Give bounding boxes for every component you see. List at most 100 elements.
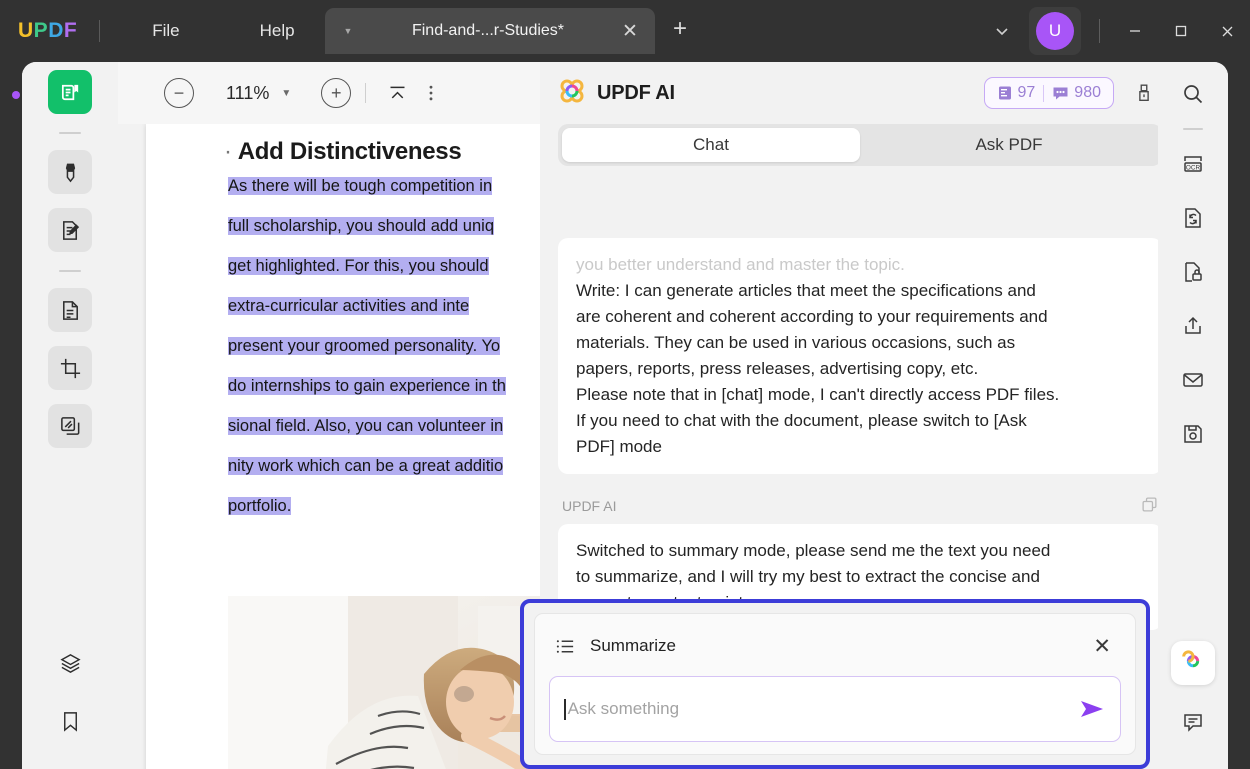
close-button[interactable] xyxy=(1204,9,1250,53)
text-cursor xyxy=(564,698,566,720)
page-credit-count: 97 xyxy=(1017,84,1036,101)
tab-chat[interactable]: Chat xyxy=(562,128,860,162)
fit-page-icon[interactable] xyxy=(380,78,414,108)
pdf-image xyxy=(228,596,540,769)
window-controls: U xyxy=(981,0,1250,62)
tab-dropdown-icon[interactable]: ▼ xyxy=(335,26,361,36)
message-line: Write: I can generate articles that meet… xyxy=(576,281,1036,300)
pdf-text-line: sional field. Also, you can volunteer in xyxy=(228,417,504,435)
sidebar-crop-icon[interactable] xyxy=(48,346,92,390)
menu-file[interactable]: File xyxy=(136,15,195,47)
rail-divider-1 xyxy=(59,132,81,134)
send-icon[interactable] xyxy=(1078,698,1106,720)
ai-panel-header: UPDF AI 97 980 xyxy=(540,62,1180,124)
list-icon xyxy=(555,636,576,657)
message-author-name: UPDF AI xyxy=(562,498,617,514)
menu-help[interactable]: Help xyxy=(244,15,311,47)
heading-text: Add Distinctiveness xyxy=(237,138,462,165)
logo-letter-p: P xyxy=(33,19,49,42)
message-line: papers, reports, press releases, adverti… xyxy=(576,359,979,378)
credits-divider xyxy=(1043,84,1045,102)
pdf-text-line: nity work which can be a great additio xyxy=(228,457,504,475)
ai-mode-tabs: Chat Ask PDF xyxy=(558,124,1162,166)
message-line: are coherent and coherent according to y… xyxy=(576,307,1048,326)
sidebar-highlighter-icon[interactable] xyxy=(48,150,92,194)
titlebar-divider xyxy=(99,20,101,42)
pdf-text-line: get highlighted. For this, you should xyxy=(228,257,489,275)
close-icon[interactable]: ✕ xyxy=(1089,634,1115,659)
pdf-viewer[interactable]: · Add Distinctiveness As there will be to… xyxy=(118,124,540,769)
tab-ask-pdf[interactable]: Ask PDF xyxy=(860,128,1158,162)
left-toolbar-bottom xyxy=(22,641,118,757)
svg-text:OCR: OCR xyxy=(1186,164,1201,171)
ocr-icon[interactable]: OCR xyxy=(1171,142,1215,186)
share-icon[interactable] xyxy=(1171,304,1215,348)
more-vertical-icon[interactable] xyxy=(414,78,448,108)
ask-input-wrapper[interactable]: Ask something xyxy=(549,676,1121,742)
sidebar-edit-pdf-icon[interactable] xyxy=(48,208,92,252)
credits-badge[interactable]: 97 980 xyxy=(983,77,1114,109)
zoom-out-button[interactable]: − xyxy=(164,78,194,108)
composer: Summarize ✕ Ask something xyxy=(534,613,1136,755)
scrolled-line: you better understand and master the top… xyxy=(576,255,905,274)
zoom-in-button[interactable]: + xyxy=(321,78,352,108)
minimize-button[interactable] xyxy=(1112,9,1158,53)
chat-credits: 980 xyxy=(1052,84,1101,102)
left-toolbar xyxy=(22,62,118,769)
right-toolbar: OCR xyxy=(1158,62,1228,769)
message-line: If you need to chat with the document, p… xyxy=(576,411,1027,430)
convert-doc-icon[interactable] xyxy=(1171,196,1215,240)
sidebar-organize-pages-icon[interactable] xyxy=(48,404,92,448)
sidebar-reader-icon[interactable] xyxy=(48,70,92,114)
new-tab-button[interactable]: + xyxy=(666,16,694,44)
pdf-text-line: As there will be tough competition in xyxy=(228,177,493,195)
account-button[interactable]: U xyxy=(1029,7,1081,55)
pdf-text-line: do internships to gain experience in th xyxy=(228,377,506,395)
title-bar: UPDF File Help ▼ Find-and-...r-Studies* … xyxy=(0,0,1250,62)
chevron-down-icon[interactable] xyxy=(981,10,1023,52)
updf-ai-icon[interactable] xyxy=(1171,641,1215,685)
pdf-page: · Add Distinctiveness As there will be to… xyxy=(146,124,540,769)
pdf-text-line: full scholarship, you should add uniq xyxy=(228,217,495,235)
save-icon[interactable] xyxy=(1171,412,1215,456)
logo-letter-u: U xyxy=(18,19,34,42)
ai-panel-title: UPDF AI xyxy=(597,81,675,104)
updf-logo: UPDF xyxy=(18,19,77,43)
comment-icon[interactable] xyxy=(1171,701,1215,745)
document-toolbar: − 111% ▼ + xyxy=(118,62,540,124)
right-toolbar-bottom xyxy=(1158,641,1228,755)
chat-messages[interactable]: you better understand and master the top… xyxy=(540,238,1180,650)
right-rail-divider xyxy=(1183,128,1203,130)
avatar: U xyxy=(1036,12,1074,50)
protect-doc-icon[interactable] xyxy=(1171,250,1215,294)
toolbar-divider xyxy=(365,83,367,103)
sidebar-bookmark-icon[interactable] xyxy=(48,699,92,743)
app-body: − 111% ▼ + · Add Distinctiveness As ther… xyxy=(0,62,1250,769)
logo-letter-f: F xyxy=(63,19,78,42)
message-line: to summarize, and I will try my best to … xyxy=(576,567,1040,586)
message-author: UPDF AI xyxy=(562,496,1158,516)
page-credits: 97 xyxy=(997,84,1036,102)
logo-letter-d: D xyxy=(48,19,64,42)
document-tab[interactable]: ▼ Find-and-...r-Studies* ✕ xyxy=(325,8,655,54)
sidebar-convert-icon[interactable] xyxy=(48,288,92,332)
window-controls-divider xyxy=(1099,19,1100,43)
updf-window: UPDF File Help ▼ Find-and-...r-Studies* … xyxy=(0,0,1250,769)
maximize-button[interactable] xyxy=(1158,9,1204,53)
tab-close-icon[interactable]: ✕ xyxy=(615,20,645,43)
ai-message: you better understand and master the top… xyxy=(558,238,1162,474)
ask-input-placeholder: Ask something xyxy=(567,699,680,718)
prompt-chip-label: Summarize xyxy=(590,636,676,655)
zoom-dropdown-icon[interactable]: ▼ xyxy=(273,84,299,103)
tab-title: Find-and-...r-Studies* xyxy=(411,22,565,39)
search-icon[interactable] xyxy=(1171,72,1215,116)
email-icon[interactable] xyxy=(1171,358,1215,402)
copy-icon[interactable] xyxy=(1141,496,1158,516)
message-line: Please note that in [chat] mode, I can't… xyxy=(576,385,1060,404)
message-line: PDF] mode xyxy=(576,437,662,456)
heading-bullet: · xyxy=(224,138,232,165)
sidebar-layers-icon[interactable] xyxy=(48,641,92,685)
page-heading: · Add Distinctiveness xyxy=(224,138,540,166)
status-dot xyxy=(12,91,20,99)
chat-icon xyxy=(1053,87,1068,100)
